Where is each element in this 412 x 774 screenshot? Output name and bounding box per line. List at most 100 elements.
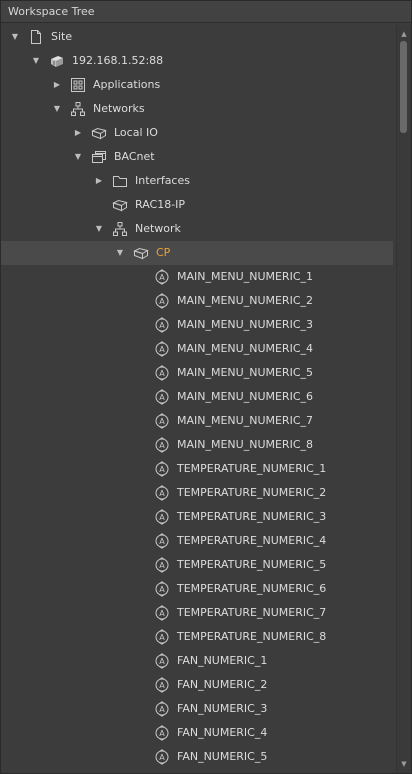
analog-value-icon: A (154, 509, 170, 525)
analog-value-icon: A (154, 461, 170, 477)
tree-row[interactable]: ▼ BACnet (1, 145, 393, 169)
analog-value-icon: A (154, 749, 170, 765)
tree-node-label: Networks (93, 102, 145, 115)
tree-row[interactable]: A FAN_NUMERIC_5 (1, 745, 393, 769)
svg-text:A: A (159, 345, 165, 354)
tree-node-label: MAIN_MENU_NUMERIC_8 (177, 438, 313, 451)
applications-icon (70, 77, 86, 93)
collapse-arrow-icon[interactable]: ▼ (93, 217, 105, 241)
tree-row[interactable]: A MAIN_MENU_NUMERIC_7 (1, 409, 393, 433)
tree-node-label: TEMPERATURE_NUMERIC_1 (177, 462, 327, 475)
device-stack-icon (49, 53, 65, 69)
tree-row[interactable]: A FAN_NUMERIC_4 (1, 721, 393, 745)
network-icon (70, 101, 86, 117)
scroll-up-arrow-icon[interactable]: ▲ (397, 27, 411, 41)
expand-arrow-icon[interactable]: ▶ (51, 73, 63, 97)
tree-row[interactable]: ▶ Interfaces (1, 169, 393, 193)
box-icon (112, 197, 128, 213)
svg-text:A: A (159, 297, 165, 306)
tree-row[interactable]: A TEMPERATURE_NUMERIC_6 (1, 577, 393, 601)
collapse-arrow-icon[interactable]: ▼ (9, 25, 21, 49)
tree-row[interactable]: A FAN_NUMERIC_1 (1, 649, 393, 673)
tree-node-label: FAN_NUMERIC_5 (177, 750, 268, 763)
tree-row[interactable]: A TEMPERATURE_NUMERIC_5 (1, 553, 393, 577)
tree-node-label: TEMPERATURE_NUMERIC_2 (177, 486, 327, 499)
expand-arrow-icon[interactable]: ▶ (72, 121, 84, 145)
expand-arrow-icon[interactable]: ▶ (93, 169, 105, 193)
panel-title: Workspace Tree (1, 1, 411, 23)
workspace-tree-panel: Workspace Tree ▼ Site ▼ 192.168.1.52:88 ▶ App… (0, 0, 412, 774)
tree-row[interactable]: A MAIN_MENU_NUMERIC_8 (1, 433, 393, 457)
tree-row[interactable]: ▼ 192.168.1.52:88 (1, 49, 393, 73)
vertical-scrollbar[interactable]: ▲ ▼ (396, 25, 411, 773)
collapse-arrow-icon[interactable]: ▼ (114, 241, 126, 265)
tree-row[interactable]: A TEMPERATURE_NUMERIC_1 (1, 457, 393, 481)
scrollbar-thumb[interactable] (400, 41, 407, 133)
box-icon (133, 245, 149, 261)
svg-text:A: A (159, 369, 165, 378)
svg-text:A: A (159, 609, 165, 618)
svg-text:A: A (159, 441, 165, 450)
tree-row[interactable]: A MAIN_MENU_NUMERIC_1 (1, 265, 393, 289)
tree-node-label: TEMPERATURE_NUMERIC_5 (177, 558, 327, 571)
tree-row[interactable]: A TEMPERATURE_NUMERIC_7 (1, 601, 393, 625)
svg-text:A: A (159, 729, 165, 738)
tree-row[interactable]: A MAIN_MENU_NUMERIC_3 (1, 313, 393, 337)
folder-icon (112, 173, 128, 189)
analog-value-icon: A (154, 557, 170, 573)
tree-row[interactable]: A TEMPERATURE_NUMERIC_2 (1, 481, 393, 505)
tree-row[interactable]: A TEMPERATURE_NUMERIC_8 (1, 625, 393, 649)
tree-row[interactable]: A MAIN_MENU_NUMERIC_6 (1, 385, 393, 409)
svg-text:A: A (159, 561, 165, 570)
tree-node-label: FAN_NUMERIC_1 (177, 654, 268, 667)
svg-text:A: A (159, 393, 165, 402)
tree-node-label: Network (135, 222, 181, 235)
workspace-tree[interactable]: ▼ Site ▼ 192.168.1.52:88 ▶ Applications ▼ Netwo… (1, 25, 395, 773)
analog-value-icon: A (154, 341, 170, 357)
tree-row[interactable]: ▼ CP (1, 241, 393, 265)
tree-node-label: FAN_NUMERIC_3 (177, 702, 268, 715)
tree-node-label: MAIN_MENU_NUMERIC_3 (177, 318, 313, 331)
tree-row[interactable]: A FAN_NUMERIC_3 (1, 697, 393, 721)
tree-row[interactable]: ▼ Network (1, 217, 393, 241)
tree-row[interactable]: A MAIN_MENU_NUMERIC_4 (1, 337, 393, 361)
tree-node-label: MAIN_MENU_NUMERIC_6 (177, 390, 313, 403)
tree-row[interactable]: A FAN_NUMERIC_2 (1, 673, 393, 697)
analog-value-icon: A (154, 581, 170, 597)
tree-node-label: Site (51, 30, 73, 43)
document-icon (28, 29, 44, 45)
collapse-arrow-icon[interactable]: ▼ (51, 97, 63, 121)
svg-text:A: A (159, 489, 165, 498)
tree-node-label: TEMPERATURE_NUMERIC_4 (177, 534, 327, 547)
svg-text:A: A (159, 681, 165, 690)
tree-node-label: MAIN_MENU_NUMERIC_2 (177, 294, 313, 307)
collapse-arrow-icon[interactable]: ▼ (72, 145, 84, 169)
box-icon (91, 125, 107, 141)
tree-row[interactable]: A MAIN_MENU_NUMERIC_5 (1, 361, 393, 385)
tree-row[interactable]: ▶ Local IO (1, 121, 393, 145)
tree-node-label: MAIN_MENU_NUMERIC_5 (177, 366, 313, 379)
scroll-down-arrow-icon[interactable]: ▼ (397, 757, 411, 771)
analog-value-icon: A (154, 725, 170, 741)
collapse-arrow-icon[interactable]: ▼ (30, 49, 42, 73)
svg-text:A: A (159, 537, 165, 546)
svg-text:A: A (159, 273, 165, 282)
tree-node-label: FAN_NUMERIC_4 (177, 726, 268, 739)
analog-value-icon: A (154, 269, 170, 285)
tree-row[interactable]: ▶ Applications (1, 73, 393, 97)
analog-value-icon: A (154, 413, 170, 429)
tree-node-label: Local IO (114, 126, 158, 139)
tree-row[interactable]: A MAIN_MENU_NUMERIC_2 (1, 289, 393, 313)
tree-row[interactable]: ▼ Networks (1, 97, 393, 121)
tree-node-label: Applications (93, 78, 161, 91)
analog-value-icon: A (154, 629, 170, 645)
tree-node-label: 192.168.1.52:88 (72, 54, 164, 67)
tree-row[interactable]: A TEMPERATURE_NUMERIC_3 (1, 505, 393, 529)
tree-node-label: MAIN_MENU_NUMERIC_4 (177, 342, 313, 355)
tree-node-label: TEMPERATURE_NUMERIC_3 (177, 510, 327, 523)
analog-value-icon: A (154, 605, 170, 621)
tree-row[interactable]: ▼ Site (1, 25, 393, 49)
tree-row[interactable]: A TEMPERATURE_NUMERIC_4 (1, 529, 393, 553)
svg-text:A: A (159, 633, 165, 642)
tree-row[interactable]: RAC18-IP (1, 193, 393, 217)
